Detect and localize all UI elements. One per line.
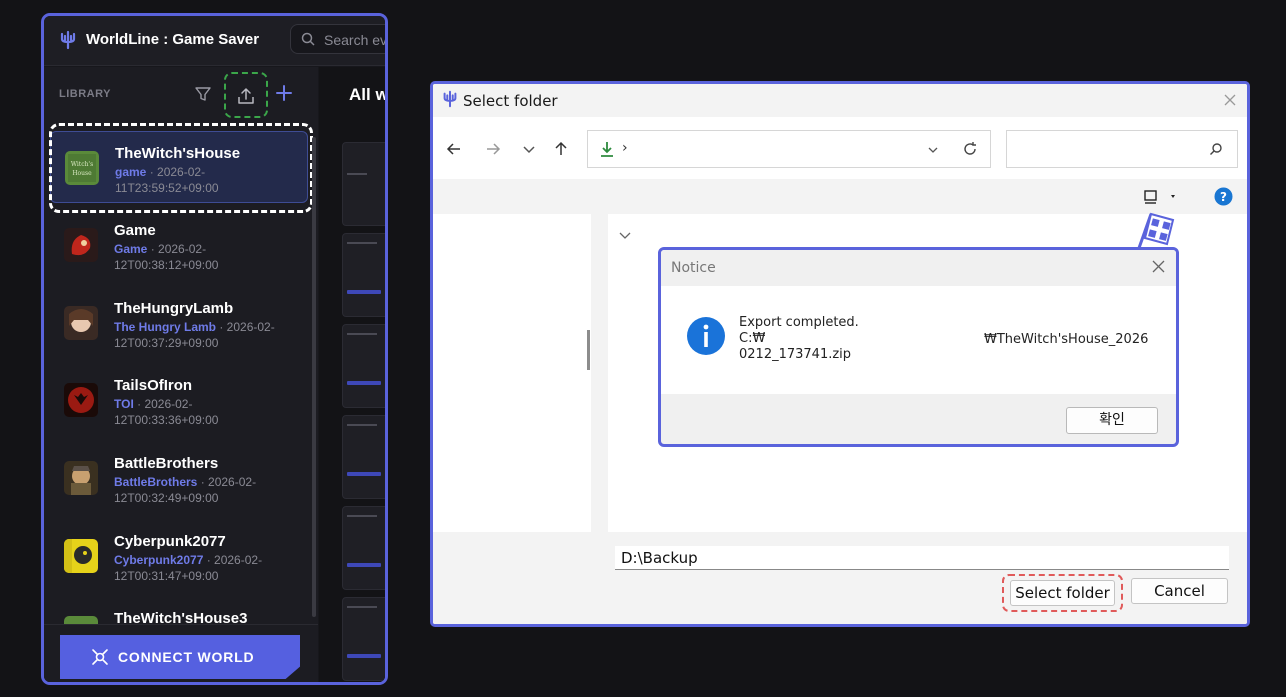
add-icon[interactable] [275,84,293,102]
notice-dialog: Notice Export completed. C:₩ 0212_173741… [658,247,1179,447]
game-name: Cyberpunk2077 [114,533,226,550]
dialog-title: Select folder [463,92,558,110]
address-bar[interactable]: › [587,130,991,168]
search-placeholder: Search ev [324,32,388,48]
game-name: BattleBrothers [114,455,219,472]
sidebar-footer: CONNECT WORLD [44,624,318,682]
app-header: WorldLine : Game Saver Search ev [44,16,385,66]
chevron-down-icon[interactable] [618,228,632,242]
download-icon [601,142,613,157]
refresh-icon[interactable] [962,141,978,157]
game-thumbnail [64,383,98,417]
game-alias: Game [114,242,148,256]
game-name: TailsOfIron [114,377,193,394]
command-bar: ? [433,179,1247,214]
export-icon [238,88,254,104]
up-icon[interactable] [552,140,570,158]
notice-line-3: 0212_173741.zip [739,347,852,362]
close-icon[interactable] [1222,92,1238,108]
game-meta: BattleBrothers · 2026-02-12T00:32:49+09:… [114,475,284,506]
folder-search-input[interactable] [1006,130,1238,168]
game-item[interactable]: Game Game · 2026-02-12T00:38:12+09:00 [50,209,308,281]
game-thumbnail [64,228,98,262]
sidebar-scrollbar[interactable] [312,137,316,617]
dialog-toolbar: › [433,117,1247,179]
connect-icon [92,649,108,665]
game-alias: TOI [114,397,134,411]
dialog-titlebar: Select folder [433,84,1247,117]
save-card[interactable] [342,233,385,317]
game-item[interactable]: Cyberpunk2077 Cyberpunk2077 · 2026-02-12… [50,520,308,592]
launcher-window: WorldLine : Game Saver Search ev LIBRARY… [41,13,388,685]
selection-highlight [49,123,313,213]
search-icon [301,32,315,46]
game-alias: Cyberpunk2077 [114,553,204,567]
game-meta: The Hungry Lamb · 2026-02-12T00:37:29+09… [114,320,284,351]
game-name: Game [114,222,156,239]
search-input[interactable]: Search ev [290,24,388,54]
ok-button[interactable]: 확인 [1066,407,1158,434]
main-panel: All w [319,67,388,682]
select-folder-highlight: Select folder [1002,574,1123,612]
export-button[interactable] [224,72,268,118]
forward-icon[interactable] [484,140,502,158]
app-logo-icon [60,30,76,50]
save-card[interactable] [342,324,385,408]
select-folder-button[interactable]: Select folder [1010,580,1115,606]
chevron-down-icon[interactable] [926,143,940,157]
game-name: TheHungryLamb [114,300,234,317]
notice-titlebar: Notice [661,250,1176,286]
app-logo-icon [443,90,457,108]
svg-text:?: ? [1220,190,1227,204]
dialog-footer: Select folder Cancel [433,532,1247,624]
notice-body: Export completed. C:₩ 0212_173741.zip ₩T… [661,286,1176,394]
library-sidebar: LIBRARY Witch's House TheWitch'sHouse gam… [44,67,318,682]
search-icon [1210,143,1222,155]
notice-line-1: Export completed. [739,315,859,330]
save-card[interactable] [342,142,385,226]
game-meta: Cyberpunk2077 · 2026-02-12T00:31:47+09:0… [114,553,284,584]
game-alias: The Hungry Lamb [114,320,217,334]
game-thumbnail [64,306,98,340]
nav-scrollbar[interactable] [587,330,590,370]
back-icon[interactable] [445,140,463,158]
help-icon[interactable]: ? [1214,187,1233,206]
navigation-pane[interactable] [433,214,591,532]
save-card[interactable] [342,415,385,499]
notice-message: Export completed. C:₩ 0212_173741.zip [739,315,859,363]
game-alias: BattleBrothers [114,475,198,489]
cancel-button[interactable]: Cancel [1131,578,1228,604]
game-item[interactable]: TailsOfIron TOI · 2026-02-12T00:33:36+09… [50,364,308,436]
chevron-right-icon: › [622,140,628,156]
info-icon [687,317,725,355]
library-label: LIBRARY [59,88,111,100]
folder-path-input[interactable] [615,546,1229,570]
game-item[interactable]: TheHungryLamb The Hungry Lamb · 2026-02-… [50,287,308,359]
game-thumbnail [64,539,98,573]
save-card[interactable] [342,597,385,681]
filter-icon[interactable] [194,85,212,103]
main-title: All w [349,85,388,104]
notice-title: Notice [671,260,716,276]
notice-path-fragment: ₩TheWitch'sHouse_2026 [984,332,1149,347]
game-thumbnail [64,461,98,495]
game-meta: Game · 2026-02-12T00:38:12+09:00 [114,242,284,273]
game-meta: TOI · 2026-02-12T00:33:36+09:00 [114,397,284,428]
connect-world-button[interactable]: CONNECT WORLD [60,635,300,679]
connect-world-label: CONNECT WORLD [118,649,255,665]
app-title: WorldLine : Game Saver [86,31,260,48]
chevron-down-icon[interactable] [520,140,538,158]
notice-line-2: C:₩ [739,331,766,346]
game-item[interactable]: BattleBrothers BattleBrothers · 2026-02-… [50,442,308,514]
view-options-icon[interactable] [1143,189,1177,205]
save-card[interactable] [342,506,385,590]
drag-cursor-icon [1137,212,1175,249]
close-icon[interactable] [1151,259,1166,274]
